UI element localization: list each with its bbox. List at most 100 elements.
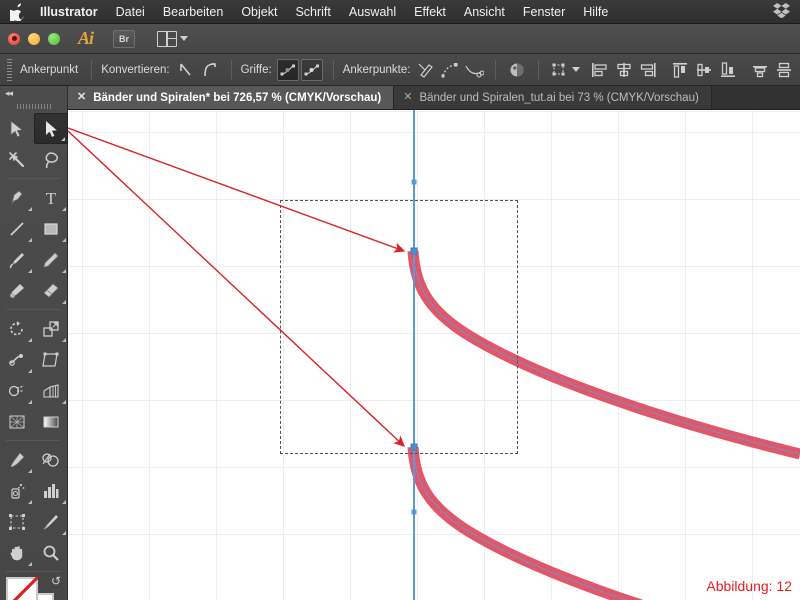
hide-handles-icon[interactable] (300, 58, 323, 81)
apple-logo-icon[interactable] (10, 2, 26, 21)
shape-builder-tool[interactable] (0, 375, 34, 406)
zoom-window-button[interactable] (48, 32, 60, 45)
mesh-tool[interactable] (0, 406, 34, 437)
tool-flyout-indicator (28, 400, 32, 404)
tool-group-transform (0, 313, 67, 437)
cut-path-icon[interactable] (463, 59, 485, 81)
free-transform-tool[interactable] (34, 344, 68, 375)
distribute-vertical-center-icon[interactable] (773, 59, 795, 81)
transform-panel-icon[interactable] (549, 59, 571, 81)
convert-label: Konvertieren: (101, 63, 170, 76)
gradient-tool[interactable] (34, 406, 68, 437)
menu-item-datei[interactable]: Datei (107, 0, 154, 24)
slice-tool[interactable] (34, 506, 68, 537)
minimize-window-button[interactable] (28, 32, 40, 45)
show-handles-icon[interactable] (276, 58, 299, 81)
scale-tool[interactable] (34, 313, 68, 344)
align-right-icon[interactable] (637, 59, 659, 81)
hand-tool[interactable] (0, 537, 34, 568)
rectangle-tool[interactable] (34, 213, 68, 244)
selection-bounds (280, 200, 518, 454)
menu-item-ansicht[interactable]: Ansicht (455, 0, 514, 24)
menu-item-effekt[interactable]: Effekt (405, 0, 455, 24)
tool-flyout-indicator (28, 500, 32, 504)
eraser-tool[interactable] (34, 275, 68, 306)
anchor-point-top[interactable] (411, 179, 417, 185)
document-canvas[interactable]: Abbildung: 12 (68, 110, 800, 600)
bridge-button[interactable]: Br (113, 29, 136, 48)
connect-anchor-icon[interactable] (439, 59, 461, 81)
close-icon[interactable]: ✕ (403, 92, 412, 103)
none-indicator-icon (6, 577, 38, 600)
svg-text:T: T (46, 189, 57, 206)
convert-to-corner-icon[interactable] (175, 59, 197, 81)
rotate-tool[interactable] (0, 313, 34, 344)
column-graph-tool[interactable] (34, 475, 68, 506)
blob-brush-tool[interactable] (0, 275, 34, 306)
tool-group-draw: T (0, 182, 67, 306)
handles-label: Griffe: (240, 63, 272, 76)
anchor-point-upper-curve[interactable] (410, 247, 418, 255)
paintbrush-tool[interactable] (0, 244, 34, 275)
tool-flyout-indicator (62, 269, 66, 273)
illustrator-logo: Ai (78, 28, 94, 48)
anchor-point-bottom[interactable] (411, 509, 417, 515)
document-tab-inactive[interactable]: ✕ Bänder und Spiralen_tut.ai bei 73 % (C… (394, 86, 712, 109)
line-segment-tool[interactable] (0, 213, 34, 244)
type-tool[interactable]: T (34, 182, 68, 213)
anchors-label: Ankerpunkte: (342, 63, 411, 76)
macos-menu-bar: Illustrator Datei Bearbeiten Objekt Schr… (0, 0, 800, 24)
tools-panel: ◂◂ T ↺ (0, 86, 68, 600)
menu-item-schrift[interactable]: Schrift (286, 0, 339, 24)
zoom-tool[interactable] (34, 537, 68, 568)
menu-item-illustrator[interactable]: Illustrator (40, 0, 107, 24)
dropbox-icon[interactable] (773, 2, 790, 21)
chevron-down-icon[interactable] (572, 67, 581, 72)
align-horizontal-center-icon[interactable] (613, 59, 635, 81)
menu-item-objekt[interactable]: Objekt (232, 0, 286, 24)
isolate-object-icon[interactable] (506, 59, 528, 81)
tool-flyout-indicator (62, 238, 66, 242)
tool-flyout-indicator (62, 300, 66, 304)
close-icon[interactable]: ✕ (77, 92, 86, 103)
document-tab-bar: ✕ Bänder und Spiralen* bei 726,57 % (CMY… (68, 86, 800, 110)
divider (91, 59, 93, 80)
drag-handle-icon[interactable] (4, 58, 14, 81)
divider (538, 59, 540, 80)
align-top-icon[interactable] (669, 59, 691, 81)
convert-to-smooth-icon[interactable] (199, 59, 221, 81)
eyedropper-tool[interactable] (0, 444, 34, 475)
arrange-documents-button[interactable] (157, 30, 189, 47)
align-vertical-center-icon[interactable] (693, 59, 715, 81)
fill-swatch[interactable] (6, 577, 38, 600)
collapse-panel-icon[interactable]: ◂◂ (0, 86, 67, 101)
anchor-point-lower-curve[interactable] (410, 443, 418, 451)
distribute-vertical-top-icon[interactable] (749, 59, 771, 81)
menu-item-bearbeiten[interactable]: Bearbeiten (154, 0, 232, 24)
menu-item-fenster[interactable]: Fenster (514, 0, 574, 24)
direct-selection-tool[interactable] (34, 113, 68, 144)
drag-handle-icon[interactable] (16, 101, 51, 111)
lasso-tool[interactable] (34, 144, 68, 175)
width-tool[interactable] (0, 344, 34, 375)
divider (495, 59, 497, 80)
align-bottom-icon[interactable] (717, 59, 739, 81)
pen-tool[interactable] (0, 182, 34, 213)
tool-flyout-indicator (28, 562, 32, 566)
artboard-tool[interactable] (0, 506, 34, 537)
magic-wand-tool[interactable] (0, 144, 34, 175)
menu-item-hilfe[interactable]: Hilfe (574, 0, 617, 24)
blend-tool[interactable] (34, 444, 68, 475)
align-left-icon[interactable] (589, 59, 611, 81)
document-tab-active[interactable]: ✕ Bänder und Spiralen* bei 726,57 % (CMY… (68, 86, 395, 109)
menu-item-auswahl[interactable]: Auswahl (340, 0, 405, 24)
tool-flyout-indicator (62, 207, 66, 211)
perspective-grid-tool[interactable] (34, 375, 68, 406)
close-window-button[interactable] (8, 32, 20, 45)
document-tab-label: Bänder und Spiralen* bei 726,57 % (CMYK/… (93, 91, 382, 104)
selection-tool[interactable] (0, 113, 34, 144)
pencil-tool[interactable] (34, 244, 68, 275)
swap-fill-stroke-icon[interactable]: ↺ (51, 575, 65, 589)
symbol-sprayer-tool[interactable] (0, 475, 34, 506)
remove-anchor-icon[interactable] (415, 59, 437, 81)
